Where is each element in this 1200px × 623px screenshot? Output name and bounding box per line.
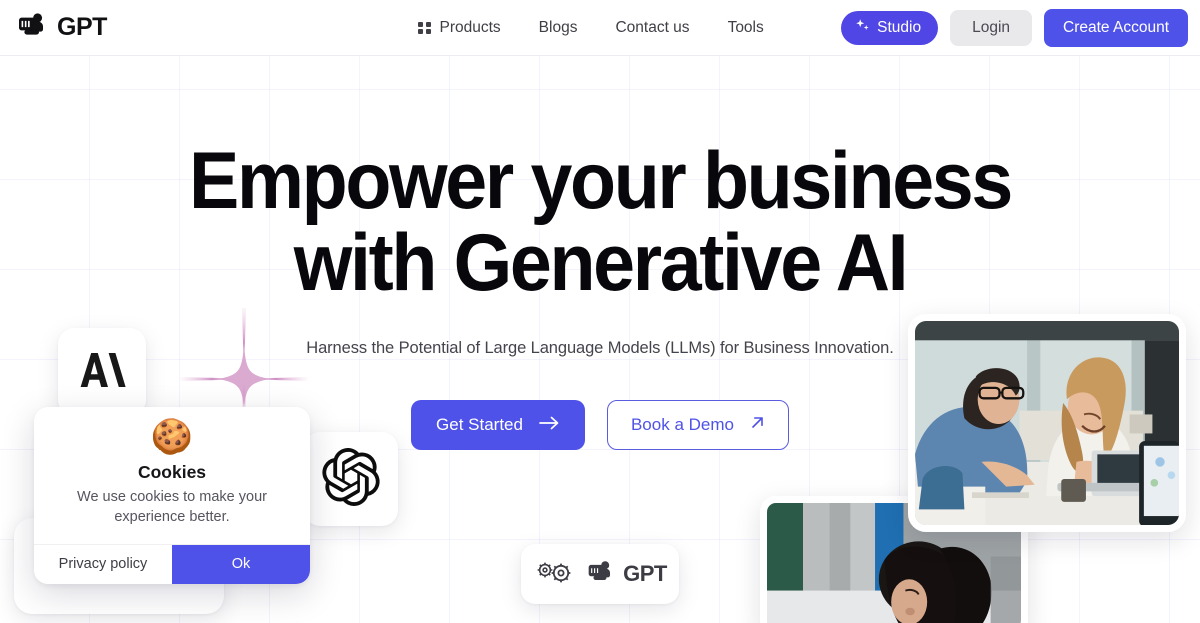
logo-card-openai <box>304 432 398 526</box>
logo-card-gpt-tools: GPT <box>521 544 679 604</box>
site-header: GPT Products Blogs Contact us Tools Stud… <box>0 0 1200 56</box>
logo-card-anthropic <box>58 328 146 416</box>
get-started-label: Get Started <box>436 414 523 434</box>
gears-icon <box>533 557 575 592</box>
gpt-hand-logo-icon-small <box>586 559 618 589</box>
brand-logo[interactable]: GPT <box>12 11 107 44</box>
nav-label-products: Products <box>439 19 501 36</box>
book-a-demo-label: Book a Demo <box>630 414 734 434</box>
cookie-ok-button[interactable]: Ok <box>172 544 310 584</box>
create-account-button[interactable]: Create Account <box>1044 9 1188 47</box>
nav-label-tools: Tools <box>727 19 764 36</box>
nav-item-contact-us[interactable]: Contact us <box>615 19 689 37</box>
header-actions: Studio Login Create Account <box>841 0 1188 56</box>
cookie-dialog-title: Cookies <box>137 462 207 483</box>
studio-button-label: Studio <box>877 19 922 36</box>
headline-line-1: Empower your business <box>189 136 1013 226</box>
page-title: Empower your business with Generative AI <box>42 141 1158 309</box>
cookie-icon: 🍪 <box>150 418 194 456</box>
privacy-policy-link[interactable]: Privacy policy <box>34 544 172 584</box>
arrow-up-right-icon <box>750 415 765 435</box>
nav-item-products[interactable]: Products <box>418 19 501 37</box>
get-started-button[interactable]: Get Started <box>411 399 585 450</box>
cookie-dialog-description: We use cookies to make your experience b… <box>77 489 267 525</box>
cookie-dialog-actions: Privacy policy Ok <box>34 543 310 584</box>
arrow-right-icon <box>539 415 560 435</box>
openai-logo-icon <box>322 447 380 511</box>
gpt-hand-logo-icon <box>16 11 52 44</box>
sparkle-decoration <box>180 308 308 413</box>
grid-icon <box>418 21 431 35</box>
book-a-demo-button[interactable]: Book a Demo <box>606 399 789 450</box>
gpt-tools-card-label: GPT <box>623 561 667 586</box>
headline-line-2: with Generative AI <box>293 218 909 309</box>
studio-button[interactable]: Studio <box>841 11 939 45</box>
main-nav: Products Blogs Contact us Tools <box>418 0 764 56</box>
anthropic-logo-icon <box>77 349 127 396</box>
photo-team-collaboration <box>908 314 1186 532</box>
login-button[interactable]: Login <box>950 10 1033 46</box>
nav-item-tools[interactable]: Tools <box>728 19 764 37</box>
nav-item-blogs[interactable]: Blogs <box>539 19 578 37</box>
sparkles-icon <box>854 17 871 39</box>
nav-label-contact-us: Contact us <box>615 19 690 36</box>
cookie-consent-dialog: 🍪 Cookies We use cookies to make your ex… <box>34 407 310 584</box>
cookie-dialog-body: 🍪 Cookies We use cookies to make your ex… <box>34 407 310 544</box>
nav-label-blogs: Blogs <box>538 19 578 36</box>
landing-page: GPT Products Blogs Contact us Tools Stud… <box>0 0 1200 623</box>
brand-name: GPT <box>57 13 107 41</box>
